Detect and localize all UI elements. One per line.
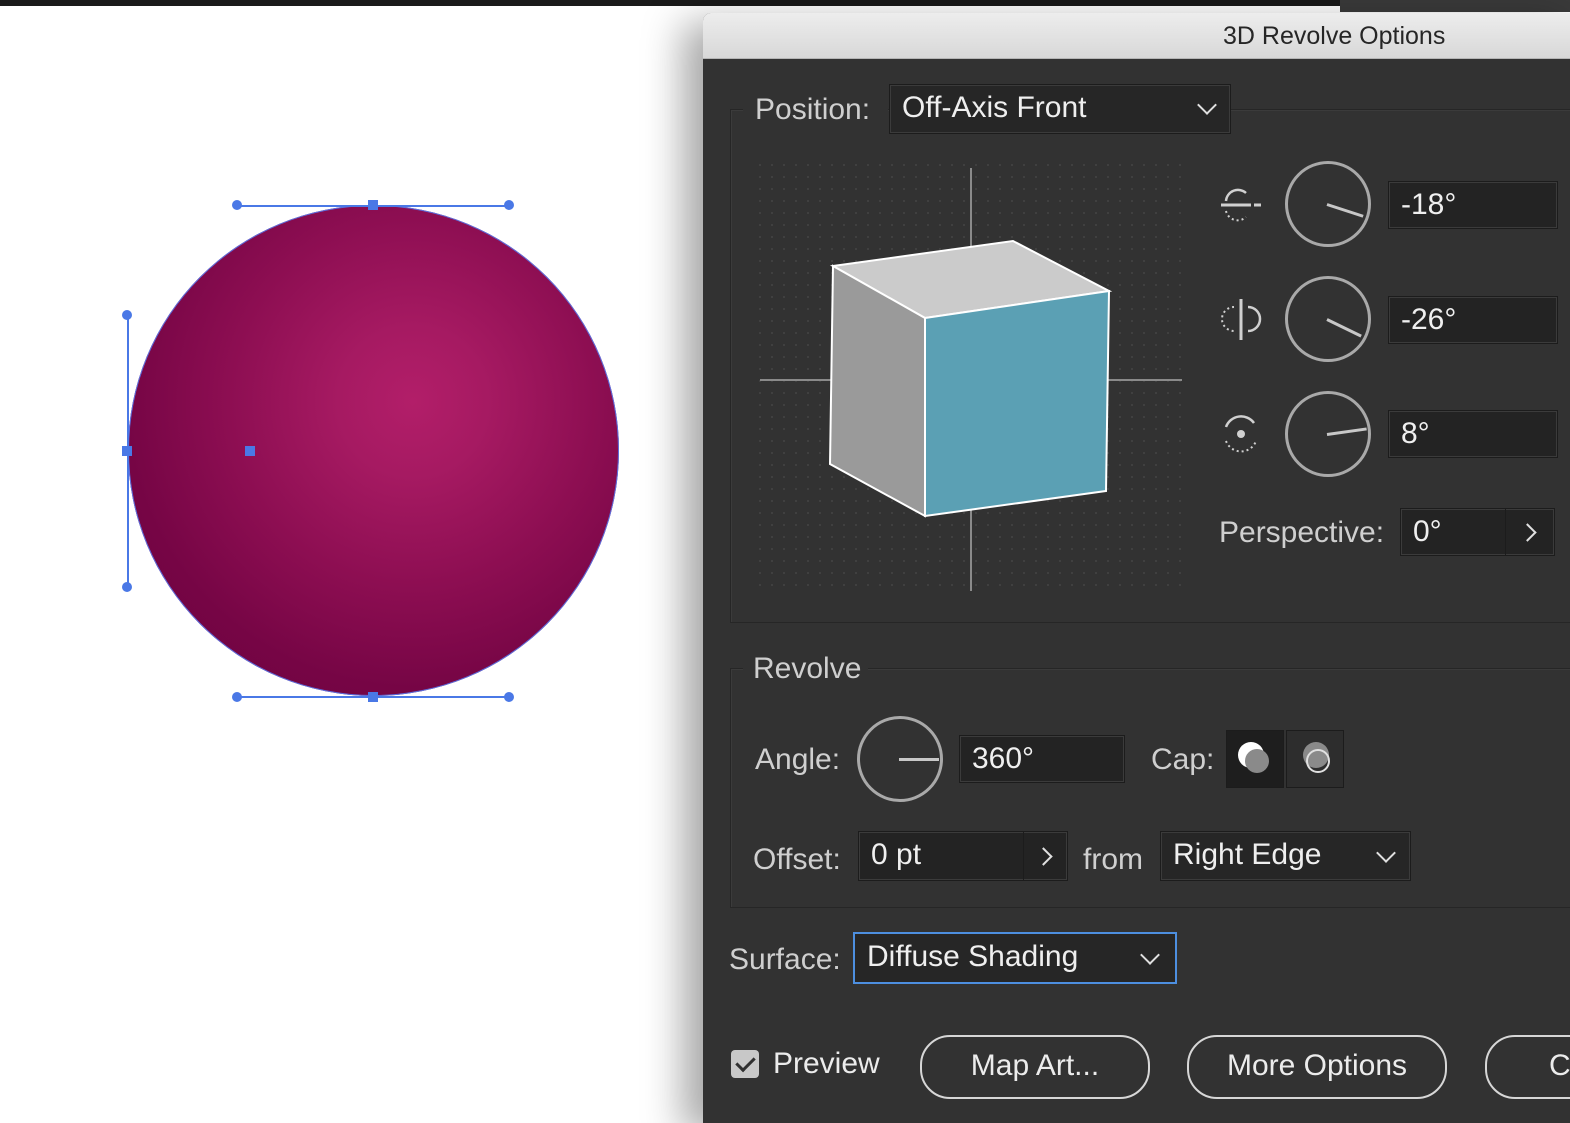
cap-on-button[interactable] — [1226, 730, 1284, 788]
offset-value: 0 pt — [871, 838, 922, 871]
surface-dropdown[interactable]: Diffuse Shading — [853, 932, 1177, 984]
rotate-y-icon — [1221, 299, 1262, 340]
selection-handle[interactable] — [504, 692, 514, 702]
position-dropdown-value: Off-Axis Front — [902, 91, 1087, 124]
perspective-value: 0° — [1413, 515, 1442, 548]
x-rotation-input[interactable]: -18° — [1388, 181, 1558, 229]
rotate-x-icon — [1221, 188, 1261, 222]
cap-label: Cap: — [1151, 743, 1215, 776]
selection-handle[interactable] — [122, 582, 132, 592]
revolve-group — [730, 668, 1570, 908]
perspective-input[interactable]: 0° — [1400, 508, 1555, 556]
preview-label[interactable]: Preview — [773, 1047, 880, 1081]
offset-label: Offset: — [753, 843, 841, 876]
perspective-label: Perspective: — [1219, 516, 1385, 549]
position-label: Position: — [755, 93, 871, 126]
center-point — [245, 446, 255, 456]
selection-handle[interactable] — [122, 310, 132, 320]
anchor-point[interactable] — [368, 692, 378, 702]
chevron-right-icon[interactable] — [1518, 523, 1537, 542]
document-frame-edge — [0, 0, 1340, 6]
anchor-point[interactable] — [122, 446, 132, 456]
selection-handle[interactable] — [232, 200, 242, 210]
chevron-right-icon[interactable] — [1034, 847, 1053, 866]
cancel-button[interactable]: C — [1485, 1035, 1570, 1099]
dialog-title: 3D Revolve Options — [1223, 22, 1446, 50]
map-art-button[interactable]: Map Art... — [920, 1035, 1150, 1099]
chevron-down-icon — [1197, 95, 1217, 115]
from-dropdown[interactable]: Right Edge — [1160, 831, 1411, 881]
dialog-titlebar[interactable]: 3D Revolve Options — [703, 13, 1570, 59]
y-rotation-input[interactable]: -26° — [1388, 296, 1558, 344]
revolved-sphere-object[interactable] — [128, 205, 619, 696]
surface-label: Surface: — [729, 943, 841, 976]
document-frame-edge-right — [1340, 0, 1570, 12]
track-cube-widget[interactable] — [758, 163, 1188, 593]
angle-input[interactable]: 360° — [959, 735, 1125, 783]
offset-input[interactable]: 0 pt — [858, 831, 1068, 881]
from-dropdown-value: Right Edge — [1173, 838, 1322, 871]
3d-revolve-options-dialog: 3D Revolve Options Position: Off-Axis Fr… — [703, 13, 1570, 1123]
perspective-separator — [1505, 509, 1506, 555]
z-rotation-input[interactable]: 8° — [1388, 410, 1558, 458]
cap-off-icon — [1303, 742, 1330, 773]
surface-dropdown-value: Diffuse Shading — [867, 940, 1079, 973]
selection-handle[interactable] — [504, 200, 514, 210]
offset-separator — [1023, 832, 1024, 880]
chevron-down-icon — [1140, 945, 1160, 965]
cap-on-icon — [1238, 742, 1269, 773]
rotate-z-icon — [1224, 415, 1257, 453]
position-dropdown[interactable]: Off-Axis Front — [889, 84, 1231, 134]
more-options-button[interactable]: More Options — [1187, 1035, 1447, 1099]
chevron-down-icon — [1376, 843, 1396, 863]
angle-dial-hand — [899, 758, 939, 761]
revolve-heading: Revolve — [753, 652, 862, 685]
angle-label: Angle: — [755, 743, 841, 776]
selection-handle[interactable] — [232, 692, 242, 702]
preview-checkbox[interactable] — [731, 1050, 759, 1078]
cube-front-face — [924, 289, 1111, 518]
cap-off-button[interactable] — [1286, 730, 1344, 788]
anchor-point[interactable] — [368, 200, 378, 210]
from-label: from — [1083, 843, 1143, 876]
